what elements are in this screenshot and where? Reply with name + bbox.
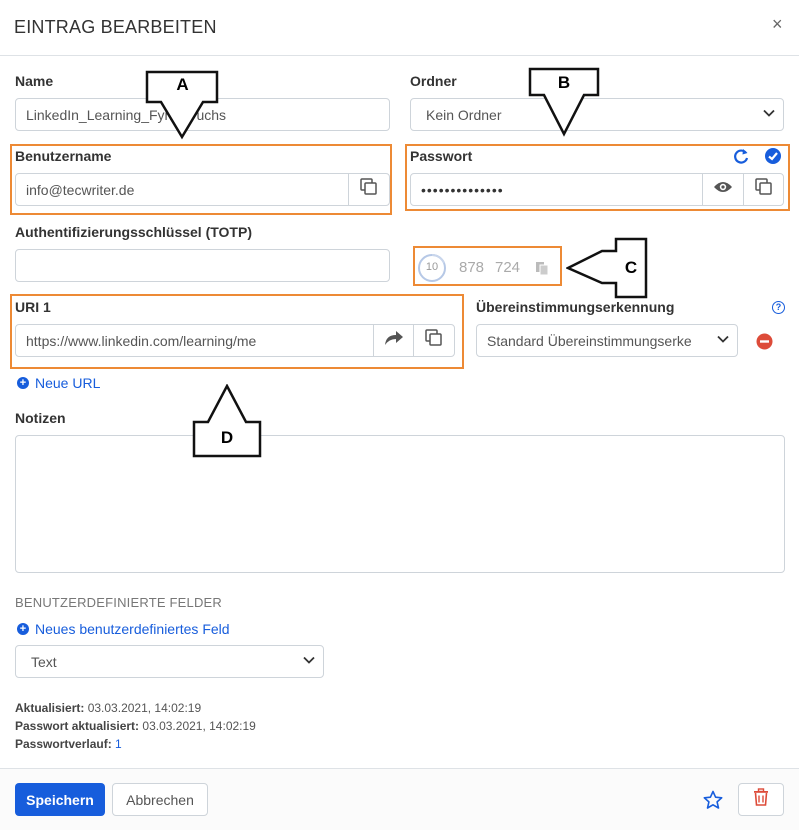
totp-code-part-1: 878	[459, 259, 485, 276]
notes-label: Notizen	[15, 410, 66, 426]
totp-code-part-2: 724	[495, 259, 521, 276]
help-icon[interactable]: ?	[772, 301, 785, 314]
new-url-link[interactable]: + Neue URL	[17, 375, 100, 391]
totp-countdown: 10	[417, 253, 447, 283]
dialog-title: EINTRAG BEARBEITEN	[14, 17, 217, 37]
callout-label-b: B	[557, 73, 571, 92]
callout-arrow-a: A	[145, 70, 220, 140]
chevron-down-icon	[715, 335, 729, 346]
new-custom-field-link[interactable]: + Neues benutzerdefiniertes Feld	[17, 621, 230, 637]
password-history-label: Passwortverlauf:	[15, 737, 112, 751]
cancel-button[interactable]: Abbrechen	[112, 783, 208, 816]
refresh-icon[interactable]	[732, 147, 750, 170]
eye-icon	[713, 180, 733, 199]
copy-password-button[interactable]	[743, 173, 784, 206]
match-detection-value: Standard Übereinstimmungserke	[487, 332, 692, 349]
chevron-down-icon	[763, 109, 775, 120]
password-updated-line: Passwort aktualisiert: 03.03.2021, 14:02…	[15, 719, 256, 733]
password-input[interactable]: ••••••••••••••	[410, 173, 703, 206]
updated-label: Aktualisiert:	[15, 701, 85, 715]
copy-icon	[754, 178, 773, 201]
callout-label-c: C	[624, 258, 638, 277]
notes-textarea[interactable]	[15, 435, 785, 573]
plus-circle-icon: +	[17, 377, 29, 389]
close-icon[interactable]: ×	[772, 14, 783, 35]
password-history-line: Passwortverlauf: 1	[15, 737, 122, 751]
new-custom-field-label: Neues benutzerdefiniertes Feld	[35, 621, 230, 637]
updated-line: Aktualisiert: 03.03.2021, 14:02:19	[15, 701, 201, 715]
username-label: Benutzername	[15, 148, 112, 164]
copy-uri-button[interactable]	[413, 324, 455, 357]
trash-icon	[753, 788, 769, 811]
match-detection-label: Übereinstimmungserkennung	[476, 299, 675, 315]
password-updated-label: Passwort aktualisiert:	[15, 719, 140, 733]
callout-arrow-c: C	[566, 237, 648, 299]
totp-seconds: 10	[425, 261, 439, 273]
custom-fields-heading: BENUTZERDEFINIERTE FELDER	[15, 595, 223, 610]
copy-icon	[360, 178, 378, 201]
remove-icon[interactable]	[756, 333, 773, 355]
password-label: Passwort	[410, 148, 473, 164]
toggle-visibility-button[interactable]	[702, 173, 744, 206]
launch-uri-button[interactable]	[373, 324, 414, 357]
chevron-down-icon	[303, 656, 315, 667]
copy-icon	[425, 329, 443, 352]
username-input[interactable]: info@tecwriter.de	[15, 173, 349, 206]
new-url-label: Neue URL	[35, 375, 101, 391]
callout-arrow-d: D	[192, 384, 262, 458]
callout-label-d: D	[220, 428, 234, 447]
updated-value: 03.03.2021, 14:02:19	[87, 701, 202, 715]
uri-label: URI 1	[15, 299, 51, 315]
folder-select-value: Kein Ordner	[426, 106, 502, 123]
folder-label: Ordner	[410, 73, 457, 89]
delete-button[interactable]	[738, 783, 784, 816]
name-label: Name	[15, 73, 54, 89]
totp-label: Authentifizierungsschlüssel (TOTP)	[15, 224, 252, 240]
custom-field-type-value: Text	[31, 653, 57, 670]
password-history-link[interactable]: 1	[115, 737, 122, 751]
copy-username-button[interactable]	[348, 173, 390, 206]
save-button[interactable]: Speichern	[15, 783, 105, 816]
password-updated-value: 03.03.2021, 14:02:19	[142, 719, 256, 733]
header-divider	[0, 55, 799, 56]
totp-input[interactable]	[15, 249, 390, 282]
launch-icon	[384, 330, 404, 351]
uri-input[interactable]: https://www.linkedin.com/learning/me	[15, 324, 374, 357]
callout-arrow-b: B	[528, 67, 600, 137]
totp-copy-icon[interactable]	[534, 260, 550, 281]
custom-field-type-select[interactable]: Text	[15, 645, 324, 678]
star-icon[interactable]	[703, 790, 723, 815]
match-detection-select[interactable]: Standard Übereinstimmungserke	[476, 324, 738, 357]
callout-label-a: A	[176, 75, 189, 94]
plus-circle-icon: +	[17, 623, 29, 635]
check-circle-icon[interactable]	[764, 147, 782, 170]
